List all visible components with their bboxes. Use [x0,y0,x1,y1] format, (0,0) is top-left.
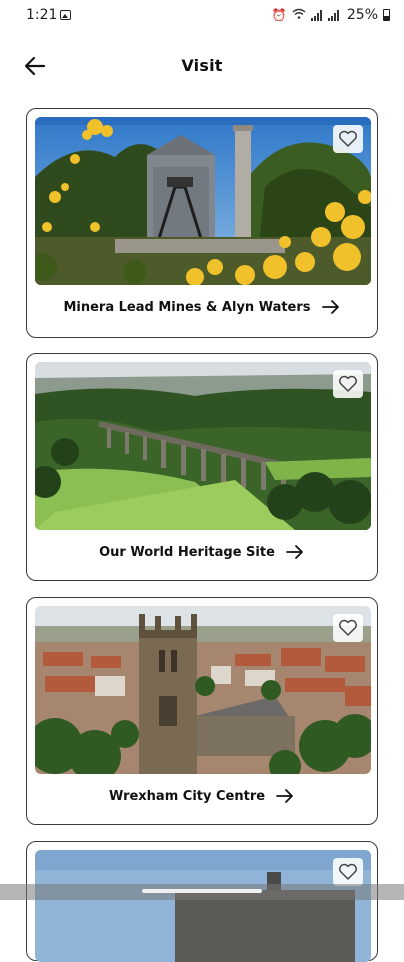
heart-outline-icon [339,130,357,147]
card-caption[interactable]: Minera Lead Mines & Alyn Waters [27,299,377,315]
alarm-icon: ⏰ [271,8,287,22]
card-caption[interactable]: Wrexham City Centre [27,788,377,804]
arrow-right-icon [321,300,339,314]
heart-outline-icon [339,375,357,392]
gesture-navigation-bar [0,884,404,900]
church-tower-town-photo [35,606,371,774]
attraction-card[interactable]: Wrexham City Centre [26,597,378,825]
card-title: Our World Heritage Site [99,544,275,560]
battery-percentage: 25% [346,7,378,23]
attraction-card[interactable]: Minera Lead Mines & Alyn Waters [26,108,378,338]
favorite-button[interactable] [333,370,363,398]
signal-icon [310,9,323,21]
aqueduct-valley-photo [35,362,371,530]
wifi-icon [292,8,306,22]
heart-outline-icon [339,619,357,636]
card-title: Minera Lead Mines & Alyn Waters [63,299,311,315]
status-icons: ⏰ 25% [272,7,390,23]
status-time: 1:21 [26,7,58,23]
mine-engine-house-photo [35,117,371,285]
arrow-right-icon [276,789,293,803]
attraction-card[interactable]: Our World Heritage Site [26,353,378,581]
heart-outline-icon [339,863,357,880]
attraction-card[interactable] [26,841,378,962]
page-title: Visit [181,56,223,75]
card-caption[interactable]: Our World Heritage Site [27,544,377,560]
battery-icon [383,9,390,21]
favorite-button[interactable] [333,125,363,153]
building-sky-photo [35,850,371,962]
card-title: Wrexham City Centre [108,788,266,804]
signal-icon-2 [327,9,340,21]
status-bar: 1:21 ⏰ 25% [0,0,404,32]
gallery-notification-icon [60,10,71,20]
arrow-right-icon [286,545,303,559]
favorite-button[interactable] [333,614,363,642]
favorite-button[interactable] [333,858,363,886]
header: Visit [0,40,404,92]
home-indicator-pill[interactable] [142,889,262,893]
